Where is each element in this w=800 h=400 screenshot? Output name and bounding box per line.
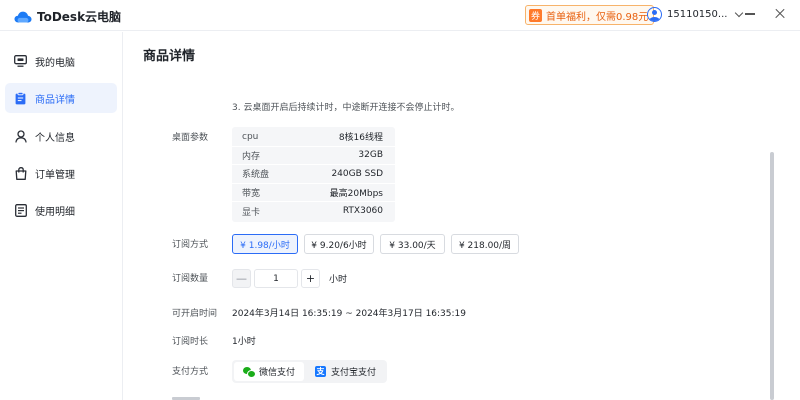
avatar-icon (647, 7, 662, 22)
monitor-icon (14, 55, 27, 68)
payment-label-alipay: 支付宝支付 (331, 368, 377, 378)
wechat-pay-icon (243, 366, 256, 378)
sidebar-item-product-details[interactable]: 商品详情 (5, 83, 117, 113)
sidebar-item-label: 商品详情 (35, 94, 75, 106)
table-row: 显卡 RTX3060 (232, 202, 395, 221)
username: 15110150... (667, 9, 728, 20)
plan-option-hourly[interactable]: ¥ 1.98/小时 (232, 234, 298, 254)
spec-key: 带宽 (242, 188, 261, 199)
user-menu[interactable]: 15110150... (647, 7, 744, 22)
table-row: 带宽 最高20Mbps (232, 184, 395, 202)
quantity-input[interactable]: 1 (254, 269, 298, 288)
alipay-icon: 支 (315, 366, 327, 377)
main-content: 商品详情 3. 云桌面开启后持续计时，中途断开连接不会停止计时。 桌面参数 cp… (124, 32, 800, 400)
duration-label: 订阅时长 (172, 337, 209, 347)
specs-label: 桌面参数 (172, 133, 209, 143)
sidebar-item-label: 个人信息 (35, 132, 75, 144)
sidebar-item-personal-info[interactable]: 个人信息 (5, 121, 117, 151)
clipboard-icon (14, 91, 27, 105)
sidebar-item-usage-details[interactable]: 使用明细 (5, 195, 117, 225)
spec-key: 系统盘 (242, 170, 270, 181)
sidebar-item-order-management[interactable]: 订单管理 (5, 158, 117, 188)
spec-value: 32GB (358, 150, 383, 161)
decrement-button[interactable]: — (232, 269, 251, 288)
spec-value: 最高20Mbps (329, 188, 383, 199)
quantity-unit: 小时 (329, 275, 348, 285)
table-row: 系统盘 240GB SSD (232, 165, 395, 184)
plan-option-6-hours[interactable]: ¥ 9.20/6小时 (304, 234, 374, 254)
alipay-button[interactable]: 支 支付宝支付 (306, 362, 385, 381)
sidebar-item-label: 订单管理 (35, 169, 75, 181)
bag-icon (14, 166, 27, 180)
spec-value: 240GB SSD (331, 168, 383, 179)
available-time-label: 可开启时间 (172, 309, 218, 319)
specs-table: cpu 8核16线程 内存 32GB 系统盘 240GB SSD 带宽 最高20… (232, 127, 395, 222)
spec-key: 内存 (242, 151, 261, 162)
sidebar-item-label: 使用明细 (35, 206, 75, 218)
plan-option-daily[interactable]: ¥ 33.00/天 (380, 234, 445, 254)
sidebar-item-label: 我的电脑 (35, 57, 75, 69)
spec-key: cpu (242, 131, 259, 142)
payment-label: 支付方式 (172, 367, 209, 377)
quantity-label: 订阅数量 (172, 274, 209, 284)
increment-button[interactable]: + (301, 269, 320, 288)
minimize-button[interactable] (743, 7, 757, 21)
available-time-value: 2024年3月14日 16:35:19 ~ 2024年3月17日 16:35:1… (232, 309, 466, 319)
cloud-logo-icon (14, 11, 32, 22)
sidebar: 我的电脑 商品详情 个人信息 订单管理 使用明细 (0, 32, 123, 400)
app-logo: ToDesk云电脑 (14, 8, 121, 25)
spec-value: RTX3060 (342, 206, 383, 217)
promo-text: 首单福利，仅需0.98元 (546, 11, 649, 23)
quantity-stepper: — 1 + 小时 (232, 269, 347, 288)
duration-value: 1小时 (232, 337, 256, 347)
person-icon (14, 129, 27, 143)
timing-note: 3. 云桌面开启后持续计时，中途断开连接不会停止计时。 (232, 103, 460, 113)
spec-value: 8核16线程 (338, 133, 383, 144)
plan-label: 订阅方式 (172, 240, 209, 250)
page-title: 商品详情 (143, 49, 196, 64)
cutoff-label (172, 393, 202, 400)
table-row: cpu 8核16线程 (232, 128, 395, 147)
payment-label-wechat: 微信支付 (259, 368, 296, 378)
plan-option-weekly[interactable]: ¥ 218.00/周 (451, 234, 519, 254)
app-name: ToDesk云电脑 (37, 10, 122, 24)
promo-banner[interactable]: 券 首单福利，仅需0.98元 (525, 5, 655, 25)
coupon-icon: 券 (529, 8, 542, 22)
sidebar-item-my-computer[interactable]: 我的电脑 (5, 46, 117, 76)
payment-options: 微信支付 支 支付宝支付 (232, 360, 388, 383)
close-button[interactable] (773, 7, 787, 21)
table-row: 内存 32GB (232, 147, 395, 165)
spec-key: 显卡 (242, 207, 261, 218)
detail-list-icon (14, 203, 27, 217)
plan-options: ¥ 1.98/小时 ¥ 9.20/6小时 ¥ 33.00/天 ¥ 218.00/… (232, 234, 519, 254)
scrollbar[interactable] (770, 152, 774, 400)
title-bar: ToDesk云电脑 券 首单福利，仅需0.98元 15110150... (0, 0, 800, 31)
wechat-pay-button[interactable]: 微信支付 (234, 362, 305, 381)
